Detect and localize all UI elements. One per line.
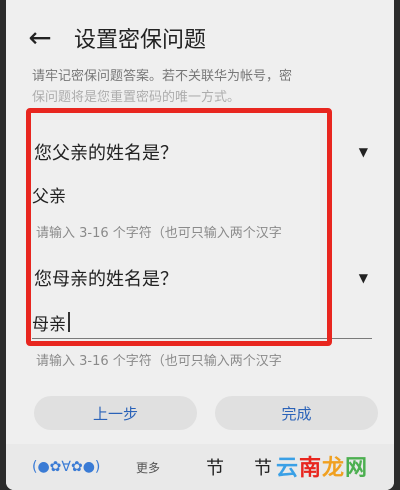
screen: ← 设置密保问题 请牢记密保问题答案。若不关联华为帐号，密 保问题将是您重置密码… (6, 0, 394, 490)
candidate-1[interactable]: 节 (206, 454, 224, 480)
question-1-label: 您父亲的姓名是？ (34, 143, 178, 164)
emoticon-candidate[interactable]: (●✿∀✿●) (32, 459, 128, 475)
answer-1-hint: 请输入 3-16 个字符（也可只输入两个汉字 (36, 226, 282, 241)
answer-2-hint: 请输入 3-16 个字符（也可只输入两个汉字 (36, 354, 282, 369)
dropdown-caret-icon: ▼ (358, 271, 368, 285)
done-button[interactable]: 完成 (215, 396, 378, 430)
previous-step-button[interactable]: 上一步 (34, 396, 197, 430)
question-1-select[interactable]: 您父亲的姓名是？ ▼ (26, 134, 372, 170)
answer-1-input[interactable]: 父亲 (32, 178, 372, 210)
answer-1-value: 父亲 (32, 186, 66, 207)
notice-line-2: 保问题将是您重置密码的唯一方式。 (32, 90, 241, 105)
notice-line-1: 请牢记密保问题答案。若不关联华为帐号，密 (32, 69, 293, 84)
candidate-2[interactable]: 节 (254, 454, 272, 480)
back-arrow-icon[interactable]: ← (20, 18, 60, 58)
text-cursor (68, 312, 70, 332)
notice-text: 请牢记密保问题答案。若不关联华为帐号，密 保问题将是您重置密码的唯一方式。 (32, 66, 382, 108)
watermark-logo: 云 南 龙 网 (275, 456, 368, 481)
action-buttons: 上一步 完成 (34, 396, 378, 430)
header: ← 设置密保问题 (6, 14, 394, 62)
page-title: 设置密保问题 (74, 28, 207, 53)
question-2-label: 您母亲的姓名是？ (34, 269, 178, 290)
question-2-select[interactable]: 您母亲的姓名是？ ▼ (26, 260, 372, 296)
dropdown-caret-icon: ▼ (358, 145, 368, 159)
more-button[interactable]: 更多 (136, 459, 176, 476)
answer-2-value: 母亲 (32, 314, 66, 335)
answer-2-input[interactable]: 母亲 (32, 306, 372, 339)
